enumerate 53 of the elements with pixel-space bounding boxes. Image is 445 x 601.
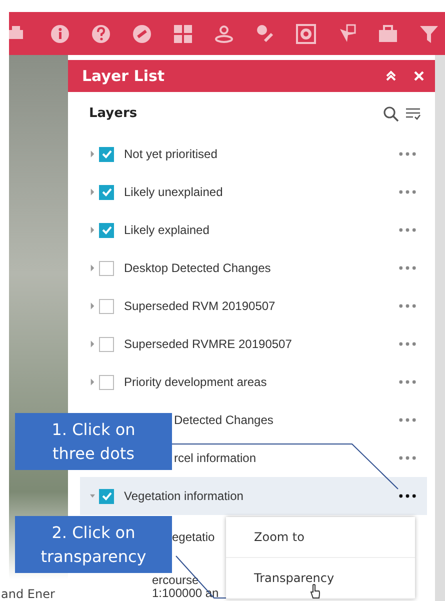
caret-icon[interactable] <box>90 226 95 234</box>
selected-layer-row[interactable]: Vegetation information <box>80 477 427 515</box>
layer-row[interactable]: Not yet prioritised <box>68 135 435 173</box>
layer-checkbox[interactable] <box>99 374 114 390</box>
more-options-icon[interactable] <box>399 494 416 498</box>
caret-icon[interactable] <box>90 264 95 272</box>
layer-label: Likely unexplained <box>124 185 223 199</box>
layer-label: Vegetation information <box>124 489 244 503</box>
menu-item[interactable]: Zoom to <box>226 517 415 558</box>
caret-icon[interactable] <box>90 378 95 386</box>
caret-icon[interactable] <box>90 150 95 158</box>
caret-icon[interactable] <box>90 302 95 310</box>
layer-label: Superseded RVMRE 20190507 <box>124 337 292 351</box>
layer-checkbox[interactable] <box>99 184 114 200</box>
layer-checkbox[interactable] <box>99 336 114 352</box>
collapse-icon[interactable] <box>385 70 397 82</box>
layer-row[interactable]: Priority development areas <box>68 363 435 401</box>
layer-label: Priority development areas <box>124 375 267 389</box>
layer-label: Not yet prioritised <box>124 147 218 161</box>
layer-label: rcel information <box>174 451 256 465</box>
layer-label: Detected Changes <box>174 413 274 427</box>
layer-row[interactable]: Superseded RVM 20190507 <box>68 287 435 325</box>
layer-checkbox[interactable] <box>99 260 114 276</box>
grid-icon[interactable] <box>173 24 193 44</box>
layer-row[interactable]: Likely unexplained <box>68 173 435 211</box>
layer-checkbox[interactable] <box>99 488 114 504</box>
filter-icon[interactable] <box>419 24 439 44</box>
layer-label: Likely explained <box>124 223 210 237</box>
callout-box: 2. Click on transparency <box>15 516 172 573</box>
layer-label: egetatio <box>172 531 215 544</box>
layers-heading: Layers <box>89 106 138 121</box>
layer-row[interactable]: Likely explained <box>68 211 435 249</box>
layer-label: Superseded RVM 20190507 <box>124 299 276 313</box>
close-icon[interactable] <box>413 70 425 82</box>
panel-title: Layer List <box>82 67 166 85</box>
filter-list-icon[interactable] <box>405 106 421 122</box>
layer-checkbox[interactable] <box>99 146 114 162</box>
help-icon[interactable] <box>91 24 111 44</box>
toolbox-icon[interactable] <box>378 24 398 44</box>
expanded-caret-icon[interactable] <box>90 492 95 500</box>
callout-box: 1. Click on three dots <box>15 413 172 470</box>
caret-icon[interactable] <box>90 188 95 196</box>
layer-row[interactable]: Desktop Detected Changes <box>68 249 435 287</box>
search-icon[interactable] <box>383 106 399 122</box>
caret-icon[interactable] <box>90 340 95 348</box>
cursor-icon[interactable] <box>337 24 357 44</box>
layer-label: Desktop Detected Changes <box>124 261 271 275</box>
layer-checkbox[interactable] <box>99 222 114 238</box>
layer-row[interactable]: Superseded RVMRE 20190507 <box>68 325 435 363</box>
scrollbar[interactable] <box>435 55 445 601</box>
map-label: and Ener <box>1 587 55 601</box>
info-icon[interactable] <box>50 24 70 44</box>
layer-checkbox[interactable] <box>99 298 114 314</box>
